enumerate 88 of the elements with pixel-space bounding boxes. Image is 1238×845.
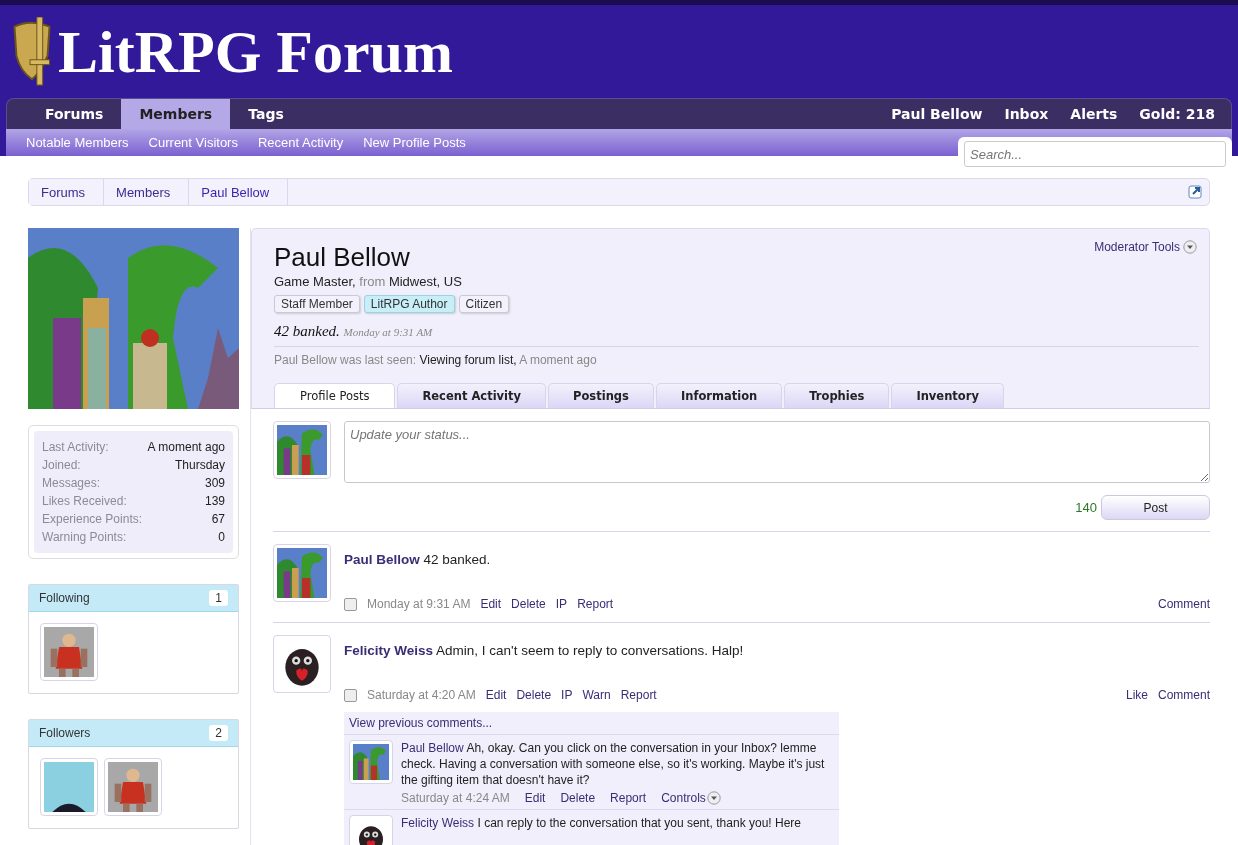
comment-text: Paul Bellow Ah, okay. Can you click on the conversation in your Inbox? lemme check. Having a conversation with someone else, so it's working. Maybe it's just the gifting item that doesn't have it?: [401, 740, 826, 788]
nav-tab[interactable]: Members: [121, 99, 231, 129]
external-link-icon[interactable]: [1188, 185, 1202, 199]
stat-value: Thursday: [173, 457, 225, 473]
profile-tab[interactable]: Trophies: [784, 383, 890, 408]
comment-action-link[interactable]: Delete: [560, 791, 596, 805]
comment-text: Felicity Weiss I can reply to the conversation that you sent, thank you! Here: [401, 815, 802, 831]
photo-placeholder[interactable]: [40, 758, 98, 816]
dropdown-icon[interactable]: [706, 791, 721, 805]
post-button[interactable]: Post: [1101, 495, 1210, 520]
post-action-link[interactable]: Report: [620, 688, 657, 702]
user-banner: LitRPG Author: [363, 295, 455, 313]
select-checkbox[interactable]: [344, 688, 357, 702]
comment-time: Saturday at 4:24 AM: [401, 791, 510, 805]
section-title: Followers: [39, 726, 91, 740]
user-title: Game Master,: [274, 274, 356, 289]
count-badge: 1: [209, 590, 228, 606]
avatar-drawing[interactable]: [104, 758, 162, 816]
author-link[interactable]: Felicity Weiss: [344, 643, 434, 658]
dropdown-icon[interactable]: [1183, 240, 1197, 254]
nav-tab[interactable]: Tags: [230, 99, 302, 129]
profile-tab[interactable]: Inventory: [891, 383, 1004, 408]
stat-value: 67: [210, 511, 225, 527]
author-link[interactable]: Paul Bellow: [401, 741, 464, 755]
stat-value: 0: [217, 529, 225, 545]
user-nav-link[interactable]: Paul Bellow: [880, 99, 994, 129]
post-action-link[interactable]: Delete: [516, 688, 552, 702]
user-banner: Staff Member: [274, 295, 360, 313]
avatar-drawing[interactable]: [273, 544, 331, 602]
stat-value: 139: [203, 493, 225, 509]
stat-value: 309: [203, 475, 225, 491]
user-banner: Citizen: [458, 295, 510, 313]
last-seen-label: Paul Bellow was last seen:: [274, 353, 417, 367]
post-message: Felicity Weiss Admin, I can't seem to reply to conversations. Halp!: [344, 643, 745, 658]
moderator-tools-link[interactable]: Moderator Tools: [1094, 240, 1180, 254]
profile-tab[interactable]: Information: [655, 383, 783, 408]
controls-link[interactable]: Controls: [661, 791, 706, 805]
status-time: Monday at 9:31 AM: [343, 326, 433, 338]
site-logo[interactable]: LitRPG Forum: [58, 21, 453, 82]
profile-name: Paul Bellow: [274, 241, 410, 273]
post-action-link[interactable]: Report: [577, 597, 614, 611]
stat-label: Joined:: [42, 457, 82, 473]
post-action-link[interactable]: IP: [561, 688, 573, 702]
select-checkbox[interactable]: [344, 597, 357, 611]
post-time: Monday at 9:31 AM: [367, 597, 471, 611]
stat-label: Likes Received:: [42, 493, 128, 509]
post-action-link[interactable]: IP: [555, 597, 568, 611]
last-seen-time: A moment ago: [519, 353, 597, 367]
activity-link[interactable]: Viewing forum list,: [419, 353, 517, 367]
author-link[interactable]: Paul Bellow: [344, 552, 420, 567]
post-action-link[interactable]: Like: [1125, 688, 1148, 702]
author-link[interactable]: Felicity Weiss: [401, 816, 475, 830]
post-action-link[interactable]: Edit: [485, 688, 507, 702]
stat-label: Experience Points:: [42, 511, 144, 527]
post-action-link[interactable]: Comment: [1158, 688, 1210, 702]
count-badge: 2: [209, 725, 228, 741]
location-link[interactable]: Midwest, US: [388, 274, 462, 289]
stat-label: Warning Points:: [42, 529, 128, 545]
post-time: Saturday at 4:20 AM: [367, 688, 476, 702]
breadcrumb-link[interactable]: Forums: [29, 179, 105, 205]
from-label: from: [359, 274, 386, 289]
user-nav-link[interactable]: Gold: 218: [1128, 99, 1231, 129]
search-field[interactable]: Search...: [964, 141, 1226, 167]
stat-value: A moment ago: [147, 439, 225, 455]
nav-tab[interactable]: Forums: [27, 99, 122, 129]
stat-label: Messages:: [42, 475, 102, 491]
post-action-link[interactable]: Delete: [511, 597, 546, 611]
avatar-drawing[interactable]: [273, 421, 331, 479]
user-nav-link[interactable]: Inbox: [993, 99, 1060, 129]
avatar-drawing[interactable]: [349, 740, 393, 784]
section-title: Following: [39, 591, 90, 605]
post-action-link[interactable]: Edit: [480, 597, 502, 611]
post-action-link[interactable]: Warn: [582, 688, 611, 702]
avatar-drawing[interactable]: [40, 623, 98, 681]
post-action-link[interactable]: Comment: [1158, 597, 1210, 611]
view-previous-link[interactable]: View previous comments...: [344, 712, 839, 735]
profile-tab[interactable]: Recent Activity: [397, 383, 547, 408]
owl-avatar-drawing[interactable]: [273, 635, 331, 693]
profile-tab[interactable]: Postings: [548, 383, 654, 408]
stat-label: Last Activity:: [42, 439, 110, 455]
character-counter: 140: [1075, 500, 1097, 515]
comment-action-link[interactable]: Report: [610, 791, 647, 805]
user-nav-link[interactable]: Alerts: [1059, 99, 1129, 129]
status-input[interactable]: Update your status...: [344, 421, 1210, 483]
profile-tab[interactable]: Profile Posts: [274, 383, 396, 408]
status-message: 42 banked.: [274, 323, 340, 339]
comment-action-link[interactable]: Edit: [524, 791, 546, 805]
post-message: Paul Bellow 42 banked.: [344, 552, 492, 567]
